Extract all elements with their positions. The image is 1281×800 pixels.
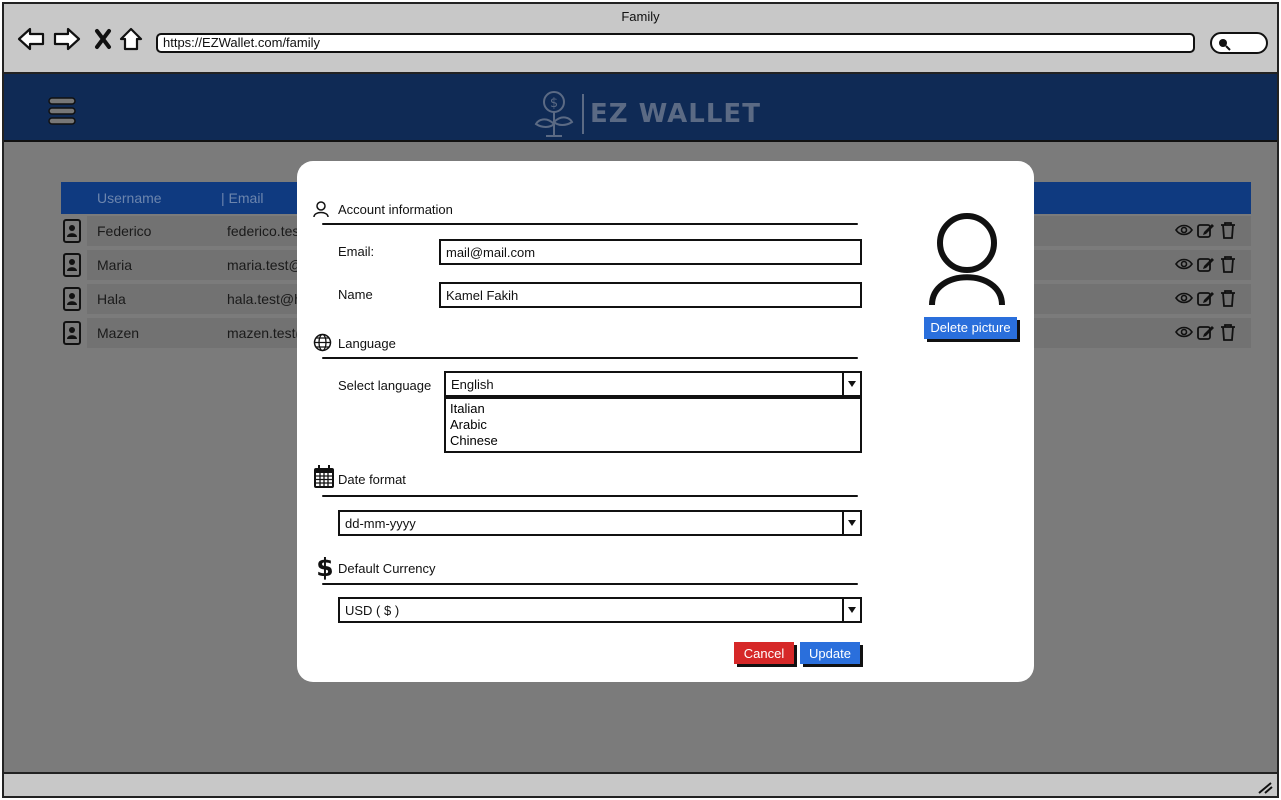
- date-format-select[interactable]: dd-mm-yyyy: [338, 510, 862, 536]
- brand-name: EZ WALLET: [590, 99, 761, 129]
- edit-icon[interactable]: [1197, 255, 1215, 273]
- currency-section-title: Default Currency: [338, 561, 436, 576]
- avatar-placeholder-icon: [929, 213, 1005, 306]
- edit-icon[interactable]: [1197, 323, 1215, 341]
- contact-card-icon: [63, 287, 81, 311]
- delete-picture-button[interactable]: Delete picture: [924, 317, 1017, 339]
- date-format-selected-value: dd-mm-yyyy: [345, 515, 416, 531]
- calendar-icon: [314, 465, 334, 488]
- column-header-email: | Email: [221, 190, 264, 206]
- view-eye-icon[interactable]: [1175, 255, 1193, 273]
- browser-status-bar: [4, 772, 1277, 796]
- row-email: federico.tes: [227, 223, 300, 239]
- edit-icon[interactable]: [1197, 221, 1215, 239]
- email-label: Email:: [338, 244, 375, 259]
- chevron-down-icon[interactable]: [842, 599, 860, 621]
- delete-trash-icon[interactable]: [1219, 323, 1237, 341]
- back-icon[interactable]: [16, 24, 46, 54]
- globe-icon: [313, 333, 332, 352]
- language-section-title: Language: [338, 336, 396, 351]
- svg-text:$: $: [550, 96, 558, 111]
- row-email: hala.test@h: [227, 291, 302, 307]
- delete-trash-icon[interactable]: [1219, 255, 1237, 273]
- view-eye-icon[interactable]: [1175, 289, 1193, 307]
- select-language-label: Select language: [338, 378, 432, 393]
- account-section-title: Account information: [338, 202, 453, 217]
- language-option[interactable]: Arabic: [450, 417, 856, 433]
- update-button[interactable]: Update: [800, 642, 860, 664]
- search-icon: [1219, 39, 1231, 51]
- language-dropdown-list: Italian Arabic Chinese: [444, 397, 862, 453]
- browser-titlebar: Family https://EZWallet.com/family: [4, 4, 1277, 74]
- row-email: mazen.test(: [227, 325, 301, 341]
- date-format-section-title: Date format: [338, 472, 406, 487]
- name-field[interactable]: Kamel Fakih: [439, 282, 862, 308]
- row-email: maria.test@: [227, 257, 303, 273]
- row-username: Federico: [97, 223, 152, 239]
- chevron-down-icon[interactable]: [842, 373, 860, 395]
- forward-icon[interactable]: [52, 24, 82, 54]
- resize-grip-icon[interactable]: [1257, 780, 1273, 794]
- browser-search-field[interactable]: [1210, 32, 1268, 54]
- money-plant-icon: $: [534, 91, 574, 137]
- name-label: Name: [338, 287, 373, 302]
- email-field[interactable]: mail@mail.com: [439, 239, 862, 265]
- currency-select[interactable]: USD ( $ ): [338, 597, 862, 623]
- row-username: Mazen: [97, 325, 140, 341]
- edit-icon[interactable]: [1197, 289, 1215, 307]
- home-icon[interactable]: [116, 24, 146, 54]
- language-select[interactable]: English: [444, 371, 862, 397]
- app-area: $ EZ WALLET Username | Email Federico fe…: [4, 74, 1277, 776]
- cancel-button[interactable]: Cancel: [734, 642, 794, 664]
- app-header: $ EZ WALLET: [4, 74, 1277, 142]
- currency-selected-value: USD ( $ ): [345, 602, 400, 618]
- stop-icon[interactable]: [88, 24, 118, 54]
- view-eye-icon[interactable]: [1175, 323, 1193, 341]
- row-username: Hala: [97, 291, 126, 307]
- language-selected-value: English: [451, 376, 494, 392]
- url-input[interactable]: https://EZWallet.com/family: [156, 33, 1195, 53]
- hamburger-menu-icon[interactable]: [48, 96, 76, 126]
- row-username: Maria: [97, 257, 133, 273]
- delete-trash-icon[interactable]: [1219, 289, 1237, 307]
- delete-trash-icon[interactable]: [1219, 221, 1237, 239]
- column-header-username: Username: [97, 190, 162, 206]
- contact-card-icon: [63, 321, 81, 345]
- dollar-icon: $: [317, 554, 333, 580]
- contact-card-icon: [63, 253, 81, 277]
- language-option[interactable]: Chinese: [450, 433, 856, 449]
- account-settings-modal: Account information Email: mail@mail.com…: [297, 161, 1034, 682]
- chevron-down-icon[interactable]: [842, 512, 860, 534]
- browser-window: Family https://EZWallet.com/family $ EZ …: [2, 2, 1279, 798]
- language-option[interactable]: Italian: [450, 401, 856, 417]
- user-icon: [313, 201, 329, 218]
- app-logo: $ EZ WALLET: [532, 90, 761, 138]
- window-title: Family: [621, 9, 660, 24]
- svg-text:$: $: [317, 554, 333, 580]
- contact-card-icon: [63, 219, 81, 243]
- view-eye-icon[interactable]: [1175, 221, 1193, 239]
